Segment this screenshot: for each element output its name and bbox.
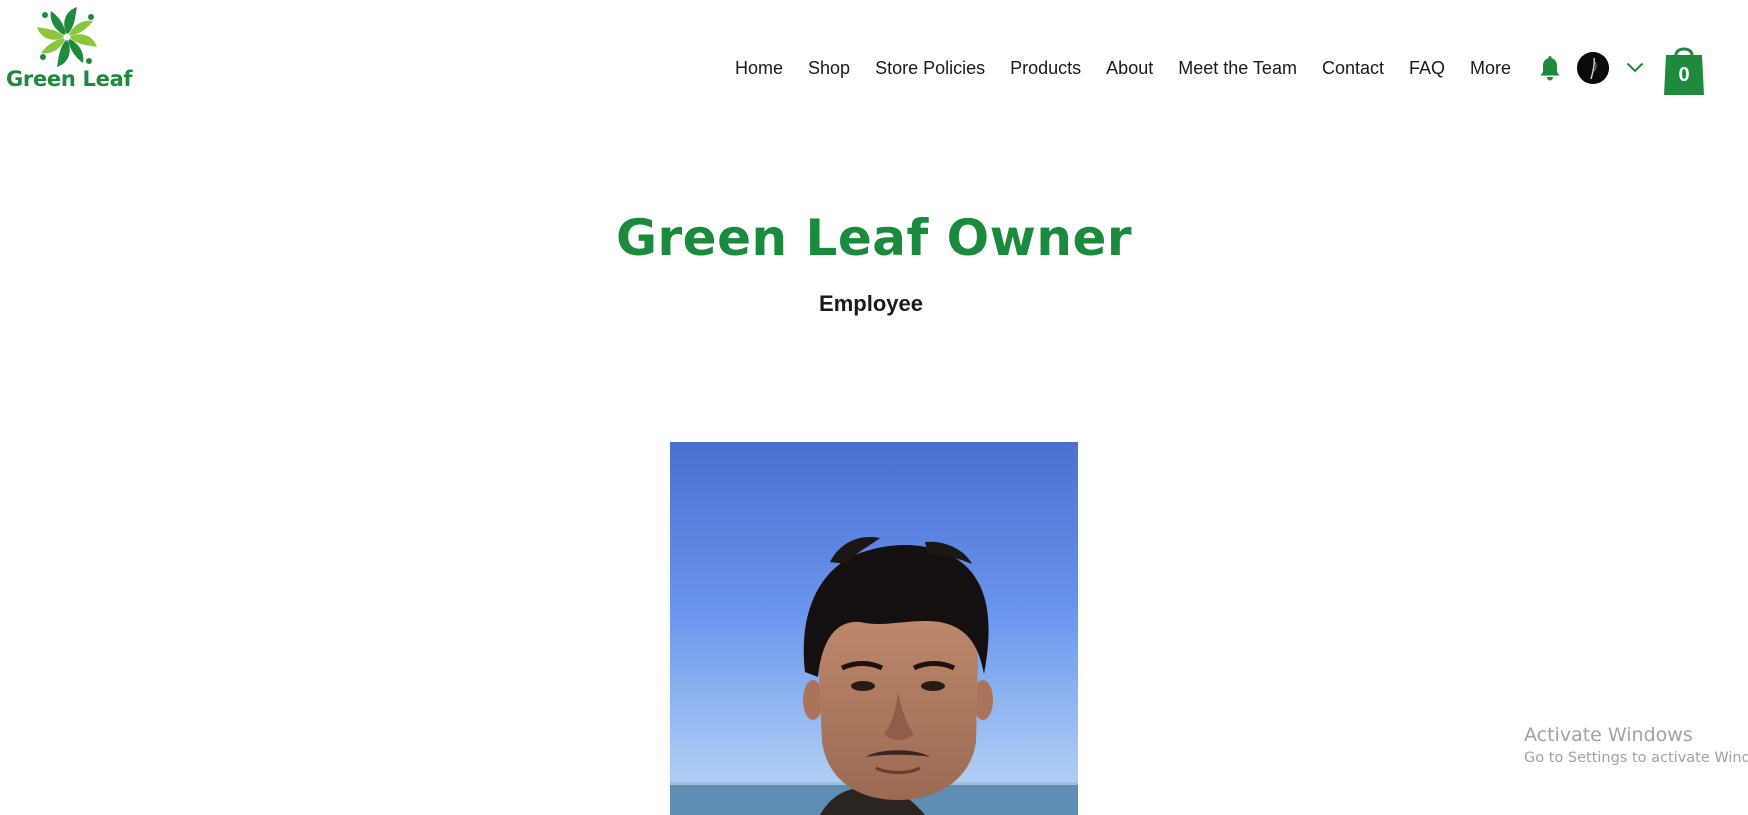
logo-text: Green Leaf	[6, 67, 133, 91]
windows-activation-watermark: Activate Windows Go to Settings to activ…	[1524, 722, 1748, 768]
watermark-subtitle: Go to Settings to activate Windows.	[1524, 750, 1748, 766]
role-label: Employee	[819, 291, 923, 316]
nav-item-more[interactable]: More	[1470, 56, 1511, 80]
page: Green Leaf Home Shop Store Policies Prod…	[0, 0, 1748, 815]
page-title: Green Leaf Owner	[615, 209, 1133, 267]
nav-item-faq[interactable]: FAQ	[1409, 56, 1445, 80]
nav-item-shop[interactable]: Shop	[808, 56, 850, 80]
main-nav: Home Shop Store Policies Products About …	[735, 56, 1511, 80]
avatar[interactable]	[1577, 52, 1609, 84]
watermark-title: Activate Windows	[1524, 724, 1693, 746]
nav-item-meet-the-team[interactable]: Meet the Team	[1178, 56, 1297, 80]
nav-item-products[interactable]: Products	[1010, 56, 1081, 80]
nav-item-about[interactable]: About	[1106, 56, 1153, 80]
nav-item-store-policies[interactable]: Store Policies	[875, 56, 985, 80]
nav-item-contact[interactable]: Contact	[1322, 56, 1384, 80]
avatar-image	[1577, 52, 1609, 84]
profile-photo-image	[670, 442, 1078, 815]
profile-photo	[670, 442, 1078, 815]
cart-count-badge: 0	[1678, 64, 1690, 86]
bell-icon[interactable]	[1539, 56, 1561, 82]
chevron-down-icon[interactable]	[1626, 60, 1644, 74]
site-logo[interactable]: Green Leaf	[4, 4, 136, 92]
leaf-logo-icon	[37, 7, 97, 67]
nav-item-home[interactable]: Home	[735, 56, 783, 80]
